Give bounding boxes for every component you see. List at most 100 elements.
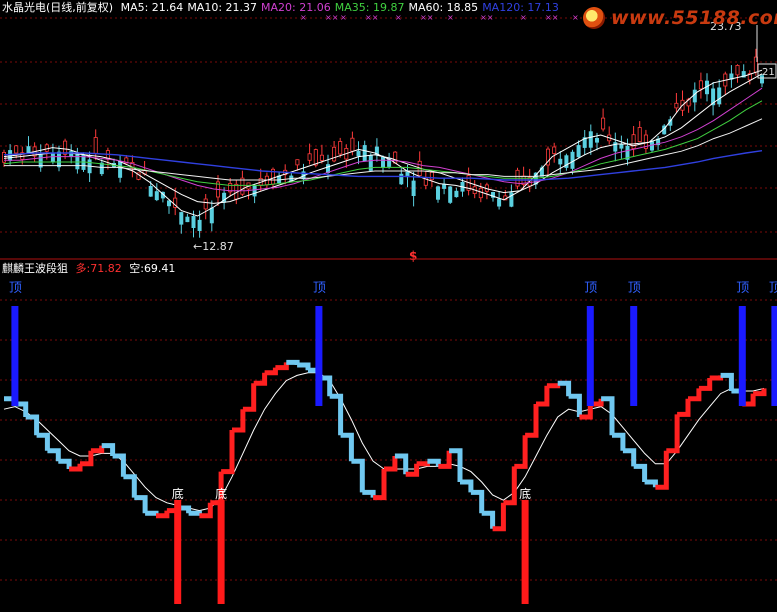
bull-label: 多: [75,262,91,275]
candle-up [332,146,337,162]
bull-segment [633,463,648,482]
candle-down [209,207,214,224]
candle-up [552,146,557,154]
top-signal-bar [586,306,594,406]
bull-segment [470,489,485,514]
candle-down [75,152,80,170]
price-annotations: 23.73←12.8721$× ×× × ×× × ×× × ×× × ×× × [193,13,777,263]
bull-segment [622,448,637,467]
watermark-text: www.55188.com [611,7,777,29]
candle-up [307,153,312,161]
top-signal-bar [11,306,19,406]
grid-lines [0,17,777,581]
candle-down [197,219,202,232]
ma-line-ma60 [4,118,763,181]
bottom-signal-bar [217,500,225,604]
candle-up [93,137,98,154]
candle-down [26,146,31,153]
candle-down [717,87,722,105]
ma-line-ma10 [3,73,763,204]
bottom-signal-bar [521,500,529,604]
candle-down [442,183,447,189]
bull-segment [134,495,148,514]
bull-segment [80,450,94,467]
candle-down [191,215,196,228]
ma-legend-item: MA10: 21.37 [187,1,258,14]
ma-legend-item: MA60: 18.85 [408,1,479,14]
bull-segment [514,435,528,469]
bull-segment [145,510,159,516]
candle-down [148,185,153,197]
bull-segment [460,479,474,493]
candle-up [393,151,398,164]
bull-segment [340,432,354,462]
candle-down [185,216,190,223]
bull-segment [362,489,376,498]
bull-segment [351,458,365,493]
candle-up [429,171,434,181]
candle-down [619,144,624,149]
ma-legend-item: MA20: 21.06 [261,1,331,14]
candle-down [362,145,367,162]
bull-segment [677,398,691,417]
top-signal-label: 顶 [628,281,641,296]
top-signal-bar [315,306,323,406]
candle-up [637,127,642,143]
candle-down [448,186,453,203]
bear-label: 空: [129,262,144,275]
watermark-logo-icon [583,7,605,29]
candle-up [295,159,300,166]
bull-segment [688,388,702,402]
bull-segment [329,393,344,436]
bull-segment [709,375,724,381]
ma-line-ma5 [3,69,763,217]
candle-down [252,185,257,197]
bull-segment [384,456,398,472]
candle-up [44,144,49,152]
bull-segment [36,432,50,451]
bull-segment [297,362,311,371]
candle-up [478,187,483,199]
stock-title: 水晶光电(日线,前复权) [2,1,114,14]
candle-down [50,153,55,163]
bottom-signal-label: 底 [215,486,227,501]
bull-segment [264,367,278,376]
candle-down [435,186,440,200]
bull-segment [546,383,561,389]
bull-segment [536,385,550,407]
candle-up [338,141,343,155]
top-signal-label: 顶 [736,281,749,296]
watermark: www.55188.com [583,6,777,30]
ma-legend-item: MA5: 21.64 [120,1,184,14]
bull-segment [58,458,72,469]
top-signal-label: 顶 [9,281,22,296]
bull-segment [612,432,626,451]
candle-up [698,80,703,90]
right-price-label: 21 [762,67,775,78]
low-price-label: ←12.87 [193,240,234,253]
candle-down [497,198,502,207]
candle-up [14,145,19,154]
signal-x-mark: × [572,13,579,22]
bull-segment [221,430,235,475]
candle-down [154,191,159,201]
ma-legend-item: MA120: 17.13 [482,1,559,14]
candle-down [558,158,563,165]
candle-down [99,162,104,175]
ma-line-ma20 [4,87,763,192]
indicator-name: 麒麟王波段狙 [2,262,68,275]
bull-segment [112,453,126,477]
candle-down [588,131,593,148]
bull-segment [232,409,246,433]
bull-segment [47,448,61,462]
candle-down [411,180,416,197]
bottom-signal-bar [174,500,182,604]
candle-up [2,151,7,163]
signal-marker: $ [409,249,417,263]
bear-value: 69.41 [143,262,176,275]
top-signal-bar [630,306,638,406]
bull-segment [123,474,137,498]
candle-down [399,173,404,185]
candle-down [179,212,184,225]
bull-segment [90,445,105,454]
